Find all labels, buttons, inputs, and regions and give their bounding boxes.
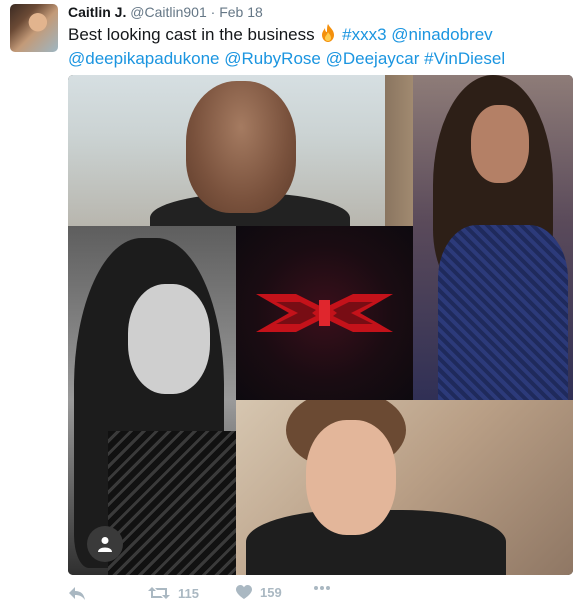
tweet-text-plain: Best looking cast in the business [68,25,315,44]
tweet-media-image[interactable] [68,75,573,575]
reply-icon [69,587,85,600]
tweet-date[interactable]: Feb 18 [219,4,263,20]
mention-deepikapadukone[interactable]: @deepikapadukone [68,49,220,68]
fire-icon [322,24,335,42]
mention-ninadobrev[interactable]: @ninadobrev [391,25,492,44]
mention-deejaycar[interactable]: @Deejaycar [326,49,420,68]
xxx-logo-icon [256,294,393,332]
photo-deepika [413,75,573,405]
separator-dot: · [210,4,216,20]
like-count: 159 [260,585,282,600]
more-icon [314,586,330,590]
person-icon [98,537,112,552]
photo-nina [68,226,236,575]
author-name[interactable]: Caitlin J. [68,4,126,20]
retweet-icon [148,587,170,599]
hashtag-vindiesel[interactable]: #VinDiesel [424,49,505,68]
retweet-count: 115 [178,585,199,601]
author-avatar[interactable] [10,4,58,52]
like-button[interactable]: 159 [236,585,282,600]
tweet-text: Best looking cast in the business #xxx3 … [68,23,568,71]
hashtag-xxx3[interactable]: #xxx3 [342,25,386,44]
author-handle[interactable]: @Caitlin901 [130,4,206,20]
heart-icon [236,585,252,599]
retweet-button[interactable]: 115 [148,585,199,601]
photo-vin-diesel [68,75,413,226]
xxx-logo [236,226,413,400]
tagged-people-button[interactable] [87,526,123,562]
more-button[interactable] [313,585,331,591]
reply-button[interactable] [68,585,86,601]
mention-rubyrose[interactable]: @RubyRose [224,49,321,68]
tweet-header: Caitlin J. @Caitlin901 · Feb 18 [68,4,263,20]
photo-ruby-rose [236,400,573,575]
